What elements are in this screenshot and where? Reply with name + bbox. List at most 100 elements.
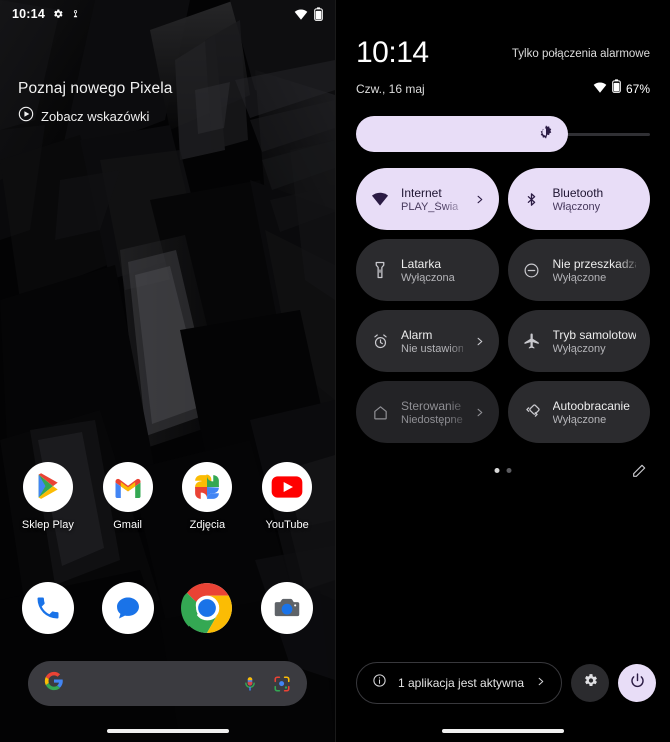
brightness-icon — [538, 124, 554, 145]
chevron-right-icon[interactable] — [474, 194, 485, 205]
tile-alarm[interactable]: Alarm Nie ustawiono — [356, 310, 499, 372]
pixel-tips-widget[interactable]: Poznaj nowego Pixela Zobacz wskazówki — [18, 80, 173, 127]
messages-icon — [101, 582, 154, 634]
home-icon — [370, 404, 390, 421]
dock-app-wiadomosci[interactable] — [93, 582, 163, 634]
microphone-icon[interactable] — [241, 675, 259, 693]
dock-app-chrome[interactable] — [172, 582, 242, 634]
tile-title: Latarka — [401, 256, 442, 271]
play-circle-icon — [18, 106, 34, 127]
tile-text: Internet PLAY_Świa — [401, 186, 463, 213]
home-screen: 10:14 Poznaj nowego Pixela Zobacz wskazó… — [0, 0, 335, 742]
dual-screenshot-container: 10:14 Poznaj nowego Pixela Zobacz wskazó… — [0, 0, 670, 742]
tile-title: Autoobracanie — [552, 398, 630, 413]
app-label: Zdjęcia — [189, 519, 226, 531]
tile-subtitle: Wyłączony — [552, 342, 606, 355]
status-bar-right — [294, 7, 323, 21]
quick-settings-tiles: Internet PLAY_Świa Bluetooth Włączony La… — [356, 168, 650, 443]
tile-text: Nie przeszkadzać Wyłączone — [553, 257, 637, 284]
chevron-right-icon — [535, 674, 546, 692]
google-photos-icon — [182, 462, 233, 512]
wifi-icon — [593, 80, 607, 98]
chevron-right-icon[interactable] — [474, 336, 485, 347]
battery-icon — [612, 79, 621, 98]
brightness-fill[interactable] — [356, 116, 568, 152]
home-status-bar: 10:14 — [0, 0, 335, 28]
info-icon — [372, 673, 387, 693]
tile-text: Alarm Nie ustawiono — [401, 328, 463, 355]
tile-subtitle: Wyłączone — [552, 413, 607, 426]
tile-subtitle: Niedostępne — [401, 413, 463, 426]
app-gmail[interactable]: Gmail — [93, 462, 163, 531]
tile-do-not-disturb[interactable]: Nie przeszkadzać Wyłączone — [507, 239, 650, 301]
widget-cta-label: Zobacz wskazówki — [41, 109, 150, 124]
tile-airplane-mode[interactable]: Tryb samolotowy Wyłączony — [507, 310, 650, 372]
gear-icon — [52, 8, 64, 20]
tile-text: Autoobracanie Wyłączone — [553, 399, 637, 426]
tile-subtitle: Nie ustawiono — [401, 342, 463, 355]
power-icon — [629, 672, 646, 694]
status-bar-clock: 10:14 — [12, 7, 45, 21]
tile-device-controls[interactable]: Sterowanie Niedostępne — [356, 381, 499, 443]
tile-title: Bluetooth — [552, 185, 604, 200]
battery-percentage: 67% — [625, 81, 650, 96]
tile-title: Sterowanie — [401, 398, 462, 413]
tile-text: Bluetooth Włączony — [553, 186, 637, 213]
tile-title: Tryb samolotowy — [552, 327, 637, 342]
app-youtube[interactable]: YouTube — [252, 462, 322, 531]
dock — [0, 582, 335, 634]
tile-subtitle: Wyłączona — [401, 271, 455, 284]
gesture-nav-bar[interactable] — [442, 729, 564, 733]
tile-bluetooth[interactable]: Bluetooth Włączony — [507, 168, 650, 230]
tile-internet[interactable]: Internet PLAY_Świa — [356, 168, 499, 230]
flashlight-icon — [370, 261, 390, 279]
app-zdjecia[interactable]: Zdjęcia — [172, 462, 242, 531]
wifi-icon — [370, 192, 390, 206]
google-search-bar[interactable] — [28, 661, 307, 706]
tile-title: Nie przeszkadzać — [552, 256, 637, 271]
tile-auto-rotate[interactable]: Autoobracanie Wyłączone — [507, 381, 650, 443]
tile-title: Internet — [401, 185, 442, 200]
tile-text: Sterowanie Niedostępne — [401, 399, 463, 426]
active-apps-chip[interactable]: 1 aplikacja jest aktywna — [356, 662, 563, 704]
qs-clock[interactable]: 10:14 — [356, 38, 429, 68]
alarm-icon — [370, 333, 390, 350]
phone-icon — [21, 582, 74, 634]
play-store-icon — [22, 462, 73, 512]
page-dot-1[interactable] — [494, 468, 500, 473]
qs-date[interactable]: Czw., 16 maj — [356, 82, 425, 96]
app-label: Gmail — [113, 519, 142, 531]
chrome-icon — [181, 582, 233, 634]
page-indicator[interactable] — [494, 468, 512, 473]
settings-button[interactable] — [571, 664, 610, 702]
tile-flashlight[interactable]: Latarka Wyłączona — [356, 239, 499, 301]
notification-icon — [71, 8, 80, 20]
app-label: YouTube — [265, 519, 309, 531]
gmail-icon — [102, 462, 153, 512]
google-lens-icon[interactable] — [273, 675, 291, 693]
quick-settings-header: 10:14 Tylko połączenia alarmowe Czw., 16… — [336, 0, 670, 98]
brightness-slider[interactable] — [356, 116, 650, 152]
bluetooth-icon — [522, 190, 542, 209]
carrier-label: Tylko połączenia alarmowe — [511, 48, 650, 60]
dock-app-telefon[interactable] — [13, 582, 83, 634]
gesture-nav-bar[interactable] — [106, 729, 229, 733]
power-button[interactable] — [618, 664, 657, 702]
tile-text: Tryb samolotowy Wyłączony — [553, 328, 637, 355]
qs-footer: 1 aplikacja jest aktywna — [356, 662, 657, 704]
app-sklep-play[interactable]: Sklep Play — [13, 462, 83, 531]
edit-tiles-button[interactable] — [628, 462, 650, 484]
dock-app-aparat[interactable] — [252, 582, 322, 634]
youtube-icon — [262, 462, 313, 512]
tile-subtitle: Wyłączone — [552, 271, 607, 284]
widget-title: Poznaj nowego Pixela — [18, 80, 173, 97]
page-dot-2[interactable] — [506, 468, 512, 473]
chevron-right-icon[interactable] — [474, 407, 485, 418]
google-g-icon — [44, 671, 64, 696]
active-apps-label: 1 aplikacja jest aktywna — [398, 676, 525, 690]
qs-header-sub: Czw., 16 maj 67% — [356, 79, 650, 98]
app-label: Sklep Play — [21, 519, 74, 531]
widget-cta[interactable]: Zobacz wskazówki — [18, 106, 173, 127]
qs-header-top: 10:14 Tylko połączenia alarmowe — [356, 38, 650, 68]
auto-rotate-icon — [522, 403, 542, 421]
